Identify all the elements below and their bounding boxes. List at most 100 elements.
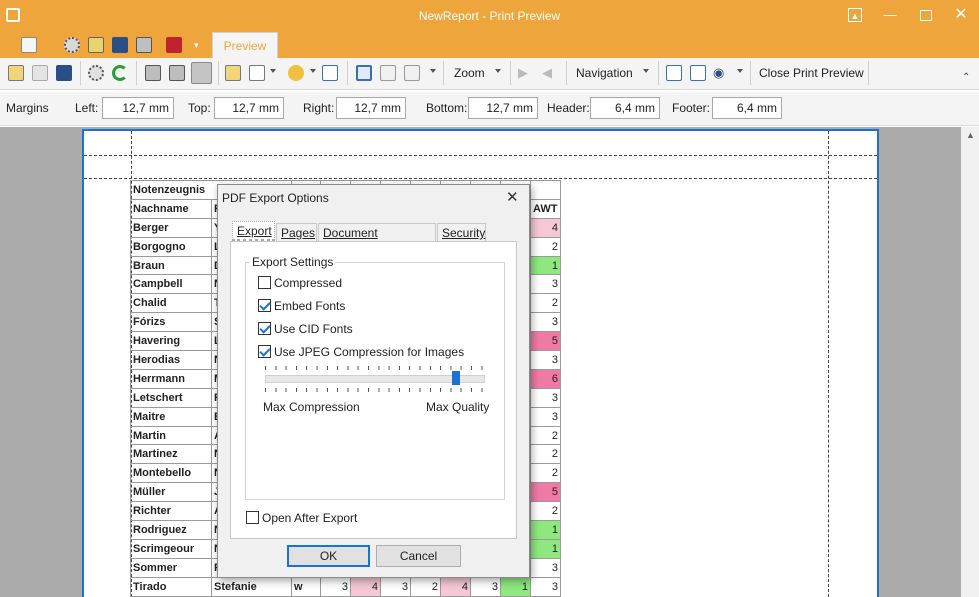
grade-awt: 5 (530, 482, 561, 503)
student-name: Montebello (130, 463, 212, 484)
student-name: Braun (130, 255, 212, 276)
minimize-icon[interactable]: — (883, 8, 897, 22)
close-print-preview-button[interactable]: Close Print Preview (759, 66, 864, 80)
vertical-scrollbar[interactable] (961, 127, 979, 597)
footer-margin-label: Footer: (672, 101, 711, 115)
title-bar: NewReport - Print Preview (0, 0, 979, 32)
open-icon[interactable] (21, 37, 37, 53)
zoom-button[interactable]: Zoom (454, 66, 485, 80)
page-setup-icon[interactable] (225, 65, 241, 81)
compressed-label: Compressed (274, 276, 343, 290)
chevron-down-icon[interactable] (495, 69, 501, 73)
quick-print-icon[interactable] (169, 65, 185, 81)
grade-awt: 2 (530, 463, 561, 484)
student-name: Tirado (130, 576, 212, 597)
chevron-down-icon[interactable] (270, 69, 276, 73)
print-doc-icon[interactable] (145, 65, 161, 81)
copy-icon[interactable] (32, 65, 48, 81)
tab-pages[interactable]: Pages (276, 223, 317, 242)
two-pages-icon[interactable] (380, 65, 396, 81)
grade-cell: 4 (350, 576, 381, 597)
tab-preview[interactable]: Preview (212, 32, 278, 59)
settings-icon[interactable] (64, 37, 80, 53)
close-window-icon[interactable]: ✕ (954, 7, 968, 23)
pdf-icon[interactable] (166, 37, 182, 53)
chevron-down-icon[interactable] (310, 69, 316, 73)
grade-awt: 1 (530, 538, 561, 559)
print-icon[interactable] (136, 37, 152, 53)
open-after-export-checkbox[interactable] (246, 511, 259, 524)
export-pdf-icon[interactable] (191, 62, 212, 84)
student-name: Campbell (130, 274, 212, 295)
scroll-up-icon[interactable]: ▲ (962, 127, 979, 144)
bottom-margin-label: Bottom: (426, 101, 468, 115)
right-margin-input[interactable]: 12,7 mm (336, 97, 406, 119)
student-name: Rodriguez (130, 520, 212, 540)
header-margin-input[interactable]: 6,4 mm (590, 97, 660, 119)
left-margin-input[interactable]: 12,7 mm (102, 97, 174, 119)
jpeg-compression-checkbox[interactable] (258, 345, 271, 358)
grade-awt: 4 (530, 217, 561, 238)
max-compression-label: Max Compression (263, 400, 360, 414)
col-header-awt: AWT (530, 198, 561, 219)
save-doc-icon[interactable] (56, 65, 72, 81)
maximize-icon[interactable] (920, 10, 932, 21)
grade-awt: 3 (530, 557, 561, 578)
refresh-icon[interactable] (112, 65, 128, 81)
open-after-export-label: Open After Export (262, 511, 358, 525)
grade-awt: 3 (530, 350, 561, 370)
top-margin-label: Top: (188, 101, 211, 115)
eye-icon[interactable]: ◉ (713, 65, 729, 81)
scale-icon[interactable] (322, 65, 338, 81)
student-name: Sommer (130, 557, 212, 578)
open-doc-icon[interactable] (8, 65, 24, 81)
edit-page-icon[interactable] (249, 65, 265, 81)
dialog-title: PDF Export Options (222, 191, 329, 205)
student-name: Herrmann (130, 368, 212, 389)
chevron-down-icon[interactable] (430, 69, 436, 73)
tab-export[interactable]: Export (232, 221, 275, 242)
app-icon[interactable] (6, 8, 20, 22)
top-margin-input[interactable]: 12,7 mm (214, 97, 284, 119)
save-icon[interactable] (112, 37, 128, 53)
grade-awt: 1 (530, 255, 561, 276)
student-name: Maitre (130, 406, 212, 427)
footer-margin-input[interactable]: 6,4 mm (712, 97, 782, 119)
grade-awt: 6 (530, 368, 561, 389)
find-icon[interactable] (666, 65, 682, 81)
next-page-icon[interactable]: ▶ (518, 65, 534, 81)
embed-fonts-checkbox[interactable] (258, 299, 271, 312)
gear-icon[interactable] (88, 65, 104, 81)
navigation-button[interactable]: Navigation (576, 66, 633, 80)
single-page-icon[interactable] (356, 65, 372, 81)
student-name: Fórizs (130, 312, 212, 333)
compressed-checkbox[interactable] (258, 276, 271, 289)
grade-cell: 3 (470, 576, 501, 597)
use-cid-fonts-checkbox[interactable] (258, 322, 271, 335)
table-row: Tirado Stefanie w 3 4 3 2 4 3 1 3 (130, 576, 561, 597)
left-margin-label: Left: (75, 101, 99, 115)
tab-security[interactable]: Security (437, 223, 486, 242)
chevron-down-icon[interactable] (643, 69, 649, 73)
export-icon[interactable] (88, 37, 104, 53)
slider-thumb[interactable] (451, 371, 460, 385)
dialog-close-icon[interactable]: ✕ (506, 190, 519, 205)
multi-page-icon[interactable] (404, 65, 420, 81)
collapse-ribbon-icon[interactable]: ⌃ (962, 72, 970, 83)
customize-qat-icon[interactable]: ▾ (194, 37, 202, 53)
restore-ribbon-icon[interactable]: ▲ (848, 8, 862, 22)
ok-button[interactable]: OK (287, 545, 370, 567)
col-header-name: Nachname (130, 198, 212, 219)
student-name: Martinez (130, 444, 212, 465)
student-name: Scrimgeour (130, 538, 212, 559)
prev-page-icon[interactable]: ◀ (542, 65, 558, 81)
grade-awt: 2 (530, 501, 561, 522)
thumbnail-icon[interactable] (690, 65, 706, 81)
grade-cell: 4 (440, 576, 471, 597)
watermark-icon[interactable] (288, 65, 304, 81)
cancel-button[interactable]: Cancel (376, 545, 461, 567)
chevron-down-icon[interactable] (737, 69, 743, 73)
grade-cell: 2 (410, 576, 441, 597)
tab-document-information[interactable]: Document Information (318, 223, 436, 254)
bottom-margin-input[interactable]: 12,7 mm (468, 97, 538, 119)
